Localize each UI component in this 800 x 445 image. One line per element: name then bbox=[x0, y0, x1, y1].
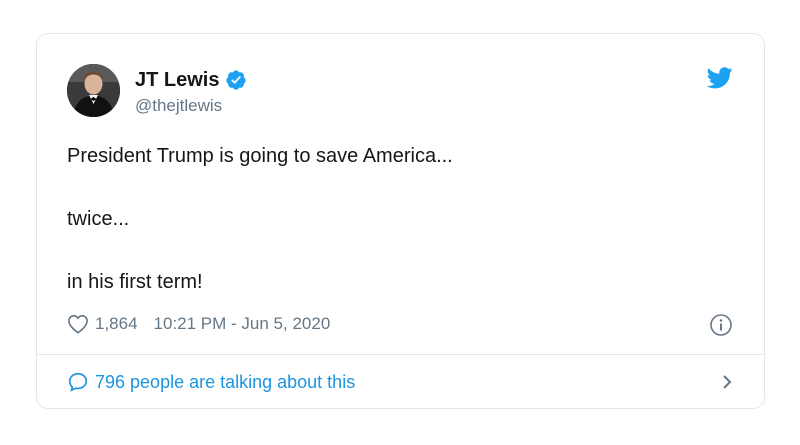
name-row: JT Lewis bbox=[135, 68, 247, 92]
avatar[interactable] bbox=[67, 64, 120, 117]
tweet-card[interactable]: JT Lewis @thejtlewis President Trump is … bbox=[36, 33, 765, 409]
tweet-timestamp[interactable]: 10:21 PM - Jun 5, 2020 bbox=[154, 314, 331, 334]
conversation-count[interactable]: 796 people are talking about this bbox=[95, 372, 720, 393]
author-block: JT Lewis @thejtlewis bbox=[135, 68, 247, 116]
heart-icon[interactable] bbox=[67, 314, 89, 334]
divider bbox=[37, 354, 764, 355]
author-handle[interactable]: @thejtlewis bbox=[135, 96, 247, 116]
twitter-bird-icon[interactable] bbox=[706, 67, 733, 89]
tweet-text: President Trump is going to save America… bbox=[67, 144, 727, 294]
author-name[interactable]: JT Lewis bbox=[135, 69, 219, 92]
info-icon[interactable] bbox=[709, 313, 733, 337]
verified-badge-icon bbox=[225, 69, 247, 91]
speech-bubble-icon bbox=[67, 371, 89, 393]
tweet-line: in his first term! bbox=[67, 271, 203, 293]
like-count[interactable]: 1,864 bbox=[95, 314, 138, 334]
tweet-line: twice... bbox=[67, 208, 130, 230]
tweet-line: President Trump is going to save America… bbox=[67, 145, 453, 167]
conversation-link[interactable]: 796 people are talking about this bbox=[67, 370, 734, 394]
tweet-meta: 1,864 10:21 PM - Jun 5, 2020 bbox=[67, 314, 330, 334]
chevron-right-icon[interactable] bbox=[720, 372, 734, 392]
